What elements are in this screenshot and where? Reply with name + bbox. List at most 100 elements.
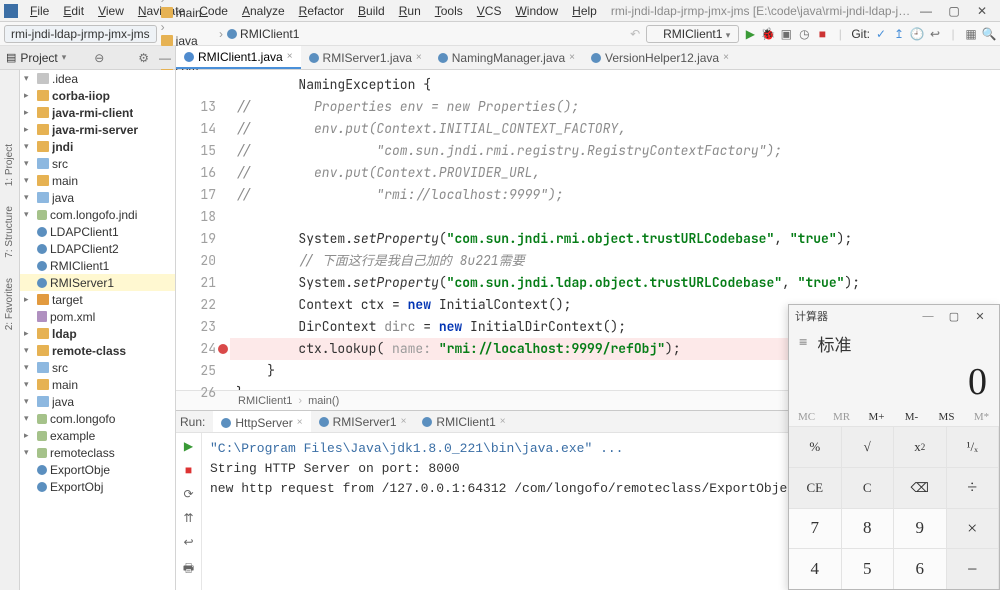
calc-mem-ms[interactable]: MS bbox=[929, 408, 964, 426]
project-badge[interactable]: rmi-jndi-ldap-jrmp-jmx-jms bbox=[4, 25, 157, 43]
tree-node[interactable]: ▾main bbox=[20, 172, 175, 189]
vcs-push-icon[interactable]: ↥ bbox=[892, 27, 906, 41]
project-panel-title[interactable]: Project bbox=[20, 51, 57, 65]
calc-key[interactable]: CE bbox=[789, 467, 842, 508]
tree-node[interactable]: ▾.idea bbox=[20, 70, 175, 87]
menu-tools[interactable]: Tools bbox=[429, 2, 469, 20]
tree-node[interactable]: ▾com.longofo.jndi bbox=[20, 206, 175, 223]
tree-node[interactable]: ▾src bbox=[20, 155, 175, 172]
tree-node[interactable]: ▸ldap bbox=[20, 325, 175, 342]
tree-node[interactable]: RMIServer1 bbox=[20, 274, 175, 291]
tree-node[interactable]: ▾jndi bbox=[20, 138, 175, 155]
file-tab[interactable]: RMIServer1.java× bbox=[301, 46, 430, 69]
calc-key[interactable]: 6 bbox=[894, 548, 947, 589]
gear-icon[interactable]: ⊖ bbox=[94, 51, 104, 65]
calc-key[interactable]: 4 bbox=[789, 548, 842, 589]
calc-mem-mr[interactable]: MR bbox=[824, 408, 859, 426]
project-tree[interactable]: ▾.idea▸corba-iiop▸java-rmi-client▸java-r… bbox=[20, 70, 176, 590]
breadcrumb-item[interactable]: main bbox=[161, 6, 215, 20]
calc-key[interactable]: × bbox=[947, 508, 1000, 549]
calc-mem-mc[interactable]: MC bbox=[789, 408, 824, 426]
debug-icon[interactable]: 🐞 bbox=[761, 27, 775, 41]
profile-icon[interactable]: ◷ bbox=[797, 27, 811, 41]
coverage-icon[interactable]: ▣ bbox=[779, 27, 793, 41]
tree-node[interactable]: ▸java-rmi-client bbox=[20, 104, 175, 121]
line-gutter[interactable]: 1314151617181920212223242526 bbox=[176, 70, 230, 390]
menu-run[interactable]: Run bbox=[393, 2, 427, 20]
toolwindow-tab[interactable]: 2: Favorites bbox=[4, 274, 15, 334]
toolwindow-tab[interactable]: 7: Structure bbox=[4, 202, 15, 262]
tree-node[interactable]: ▸target bbox=[20, 291, 175, 308]
calc-key[interactable]: √ bbox=[842, 426, 895, 467]
wrap-icon[interactable]: ↩ bbox=[183, 535, 193, 549]
back-icon[interactable]: ↶ bbox=[628, 27, 642, 41]
tree-node[interactable]: LDAPClient1 bbox=[20, 223, 175, 240]
menu-view[interactable]: View bbox=[92, 2, 130, 20]
calc-key[interactable]: − bbox=[947, 548, 1000, 589]
tree-node[interactable]: pom.xml bbox=[20, 308, 175, 325]
run-tab[interactable]: HttpServer × bbox=[213, 411, 310, 432]
up-icon[interactable]: ⇈ bbox=[183, 511, 193, 525]
tree-node[interactable]: RMIClient1 bbox=[20, 257, 175, 274]
close-tab-icon[interactable]: × bbox=[723, 52, 729, 63]
calculator-window[interactable]: 计算器 — ▢ ✕ ≡ 标准 0 MCMRM+M-MSM* %√x2¹/ₓCEC… bbox=[788, 304, 1000, 590]
breadcrumb-file[interactable]: RMIClient1 bbox=[240, 27, 299, 41]
calc-key[interactable]: % bbox=[789, 426, 842, 467]
file-tab[interactable]: NamingManager.java× bbox=[430, 46, 583, 69]
calc-mem-m+[interactable]: M+ bbox=[859, 408, 894, 426]
toolwindow-tab[interactable]: 1: Project bbox=[4, 140, 15, 190]
calc-key[interactable]: 5 bbox=[842, 548, 895, 589]
hide-panel-icon[interactable]: — bbox=[159, 51, 171, 65]
stop-run-icon[interactable]: ■ bbox=[185, 463, 192, 477]
calc-mem-m-[interactable]: M- bbox=[894, 408, 929, 426]
calc-key[interactable]: x2 bbox=[894, 426, 947, 467]
close-tab-icon[interactable]: × bbox=[287, 51, 293, 62]
calc-key[interactable]: ¹/ₓ bbox=[947, 426, 1000, 467]
hamburger-icon[interactable]: ≡ bbox=[799, 335, 807, 352]
menu-edit[interactable]: Edit bbox=[57, 2, 90, 20]
stop-icon[interactable]: ■ bbox=[815, 27, 829, 41]
tree-node[interactable]: LDAPClient2 bbox=[20, 240, 175, 257]
tree-node[interactable]: ▾src bbox=[20, 359, 175, 376]
menu-build[interactable]: Build bbox=[352, 2, 391, 20]
vcs-history-icon[interactable]: 🕘 bbox=[910, 27, 924, 41]
rerun-alt-icon[interactable]: ⟳ bbox=[183, 487, 193, 501]
menu-refactor[interactable]: Refactor bbox=[293, 2, 350, 20]
vcs-revert-icon[interactable]: ↩ bbox=[928, 27, 942, 41]
calc-titlebar[interactable]: 计算器 — ▢ ✕ bbox=[789, 305, 999, 327]
menu-analyze[interactable]: Analyze bbox=[236, 2, 291, 20]
calc-key[interactable]: ÷ bbox=[947, 467, 1000, 508]
calc-key[interactable]: C bbox=[842, 467, 895, 508]
run-tab[interactable]: RMIClient1 × bbox=[414, 411, 513, 432]
menu-file[interactable]: File bbox=[24, 2, 55, 20]
tree-node[interactable]: ▾java bbox=[20, 189, 175, 206]
run-config-select[interactable]: RMIClient1 ▾ bbox=[646, 25, 739, 43]
tree-node[interactable]: ExportObj bbox=[20, 478, 175, 495]
close-tab-icon[interactable]: × bbox=[569, 52, 575, 63]
calc-key[interactable]: ⌫ bbox=[894, 467, 947, 508]
calc-minimize-icon[interactable]: — bbox=[915, 310, 941, 322]
calc-key[interactable]: 7 bbox=[789, 508, 842, 549]
maximize-icon[interactable]: ▢ bbox=[940, 2, 968, 20]
menu-window[interactable]: Window bbox=[509, 2, 564, 20]
run-tab[interactable]: RMIServer1 × bbox=[311, 411, 415, 432]
tree-node[interactable]: ▾com.longofo bbox=[20, 410, 175, 427]
close-icon[interactable]: ✕ bbox=[968, 2, 996, 20]
file-tab[interactable]: RMIClient1.java× bbox=[176, 46, 301, 69]
print-icon[interactable]: 🖶 bbox=[183, 559, 194, 580]
structure-icon[interactable]: ▦ bbox=[964, 27, 978, 41]
search-icon[interactable]: 🔍 bbox=[982, 27, 996, 41]
menu-help[interactable]: Help bbox=[566, 2, 603, 20]
tree-node[interactable]: ▾main bbox=[20, 376, 175, 393]
tree-node[interactable]: ▾remoteclass bbox=[20, 444, 175, 461]
settings-icon[interactable]: ⚙ bbox=[138, 51, 149, 65]
close-tab-icon[interactable]: × bbox=[416, 52, 422, 63]
file-tab[interactable]: VersionHelper12.java× bbox=[583, 46, 737, 69]
tree-node[interactable]: ExportObje bbox=[20, 461, 175, 478]
menu-vcs[interactable]: VCS bbox=[471, 2, 508, 20]
tree-node[interactable]: ▾java bbox=[20, 393, 175, 410]
tree-node[interactable]: ▸example bbox=[20, 427, 175, 444]
minimize-icon[interactable]: — bbox=[912, 2, 940, 20]
calc-close-icon[interactable]: ✕ bbox=[967, 310, 993, 323]
tree-node[interactable]: ▸corba-iiop bbox=[20, 87, 175, 104]
